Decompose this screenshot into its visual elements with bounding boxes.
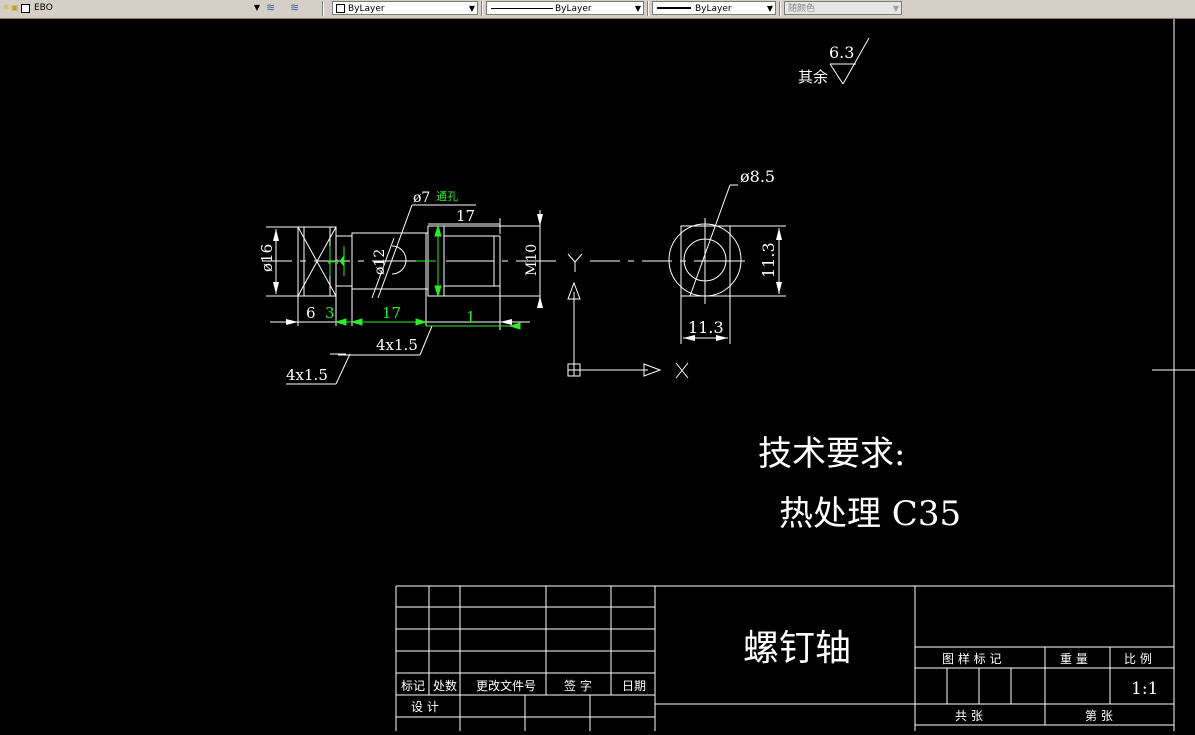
- lock-icon: ▣: [11, 3, 19, 12]
- roughness-label: 其余: [798, 68, 828, 86]
- dim-dia8-5: ø8.5: [740, 167, 775, 186]
- tech-requirements-content: 热处理 C35: [779, 494, 961, 534]
- dim-6: 6: [306, 304, 316, 322]
- dim-dia7: ø7: [413, 190, 430, 206]
- lineweight-combo-label: ByLayer: [695, 4, 732, 14]
- total-sheets-label: 共 张: [955, 709, 983, 723]
- toolbar-separator: [481, 1, 483, 16]
- chevron-down-icon[interactable]: ▼: [254, 1, 260, 15]
- layer-previous-icon[interactable]: ≋: [290, 1, 308, 15]
- toolbar-separator: [779, 1, 781, 16]
- col-count-label: 处数: [433, 678, 457, 693]
- dim-dia16: ø16: [258, 244, 276, 272]
- linetype-control[interactable]: ByLayer ▼: [486, 1, 644, 15]
- chevron-down-icon: ▼: [892, 4, 899, 13]
- toolbar-separator: [647, 1, 649, 16]
- plotstyle-combo-label: 随颜色: [788, 4, 816, 14]
- roughness-value: 6.3: [829, 43, 854, 62]
- chevron-down-icon[interactable]: ▼: [469, 2, 475, 16]
- lineweight-control[interactable]: ByLayer ▼: [652, 1, 776, 15]
- sheet-number-label: 第 张: [1085, 709, 1113, 723]
- col-mark-label: 标记: [401, 679, 425, 693]
- col-date-label: 日期: [622, 679, 646, 693]
- toolbar-separator: [322, 1, 324, 16]
- dim-m10: M10: [524, 244, 540, 276]
- sun-icon: ☼: [2, 3, 11, 13]
- drawing-area[interactable]: 6.3 其余 ø16 1 ø12 ø7 通孔 17 M10 6 3 17 1 4…: [0, 19, 1195, 731]
- scale-header: 比 例: [1124, 652, 1152, 666]
- color-swatch-icon: [336, 4, 345, 13]
- layers-icon[interactable]: ≋: [266, 1, 284, 15]
- layer-color-icon: [21, 4, 30, 13]
- dim-3: 3: [325, 304, 335, 322]
- dim-chamfer-2: 4x1.5: [286, 366, 328, 384]
- weight-header: 重 量: [1060, 652, 1088, 666]
- dim-dia12: ø12: [372, 249, 388, 275]
- dim-through-hole: 通孔: [436, 190, 458, 203]
- color-combo-label: ByLayer: [348, 4, 385, 14]
- plotstyle-control: 随颜色 ▼: [784, 1, 902, 15]
- col-doc-label: 更改文件号: [476, 678, 536, 693]
- drawing-canvas[interactable]: 6.3 其余 ø16 1 ø12 ø7 通孔 17 M10 6 3 17 1 4…: [0, 19, 1195, 731]
- dim-17-bottom: 17: [382, 304, 401, 322]
- drawing-mark-header: 图 样 标 记: [942, 651, 1001, 666]
- lineweight-sample: [657, 7, 691, 9]
- layer-control[interactable]: ☼ ▣ EBO ▼: [2, 1, 262, 15]
- dim-11-3-vertical: 11.3: [759, 242, 778, 278]
- linetype-sample: [491, 8, 553, 9]
- part-name: 螺钉轴: [743, 628, 851, 669]
- properties-toolbar: ☼ ▣ EBO ▼ ≋ ≋ ByLayer ▼ ByLayer ▼ ByLaye…: [0, 0, 1195, 19]
- dim-1a: 1: [326, 257, 342, 266]
- linetype-combo-label: ByLayer: [555, 4, 592, 14]
- chevron-down-icon[interactable]: ▼: [767, 2, 773, 16]
- row-design-label: 设 计: [411, 700, 439, 714]
- col-sign-label: 签 字: [564, 678, 592, 693]
- dim-11-3-horizontal: 11.3: [688, 318, 724, 337]
- chevron-down-icon[interactable]: ▼: [635, 2, 641, 16]
- dim-chamfer-1: 4x1.5: [376, 336, 418, 354]
- color-control[interactable]: ByLayer ▼: [332, 1, 478, 15]
- dim-1b: 1: [466, 308, 476, 326]
- tech-requirements-title: 技术要求:: [758, 434, 905, 474]
- dim-17-top: 17: [456, 207, 475, 225]
- scale-value: 1:1: [1131, 679, 1158, 699]
- layer-name-label: EBO: [34, 3, 53, 13]
